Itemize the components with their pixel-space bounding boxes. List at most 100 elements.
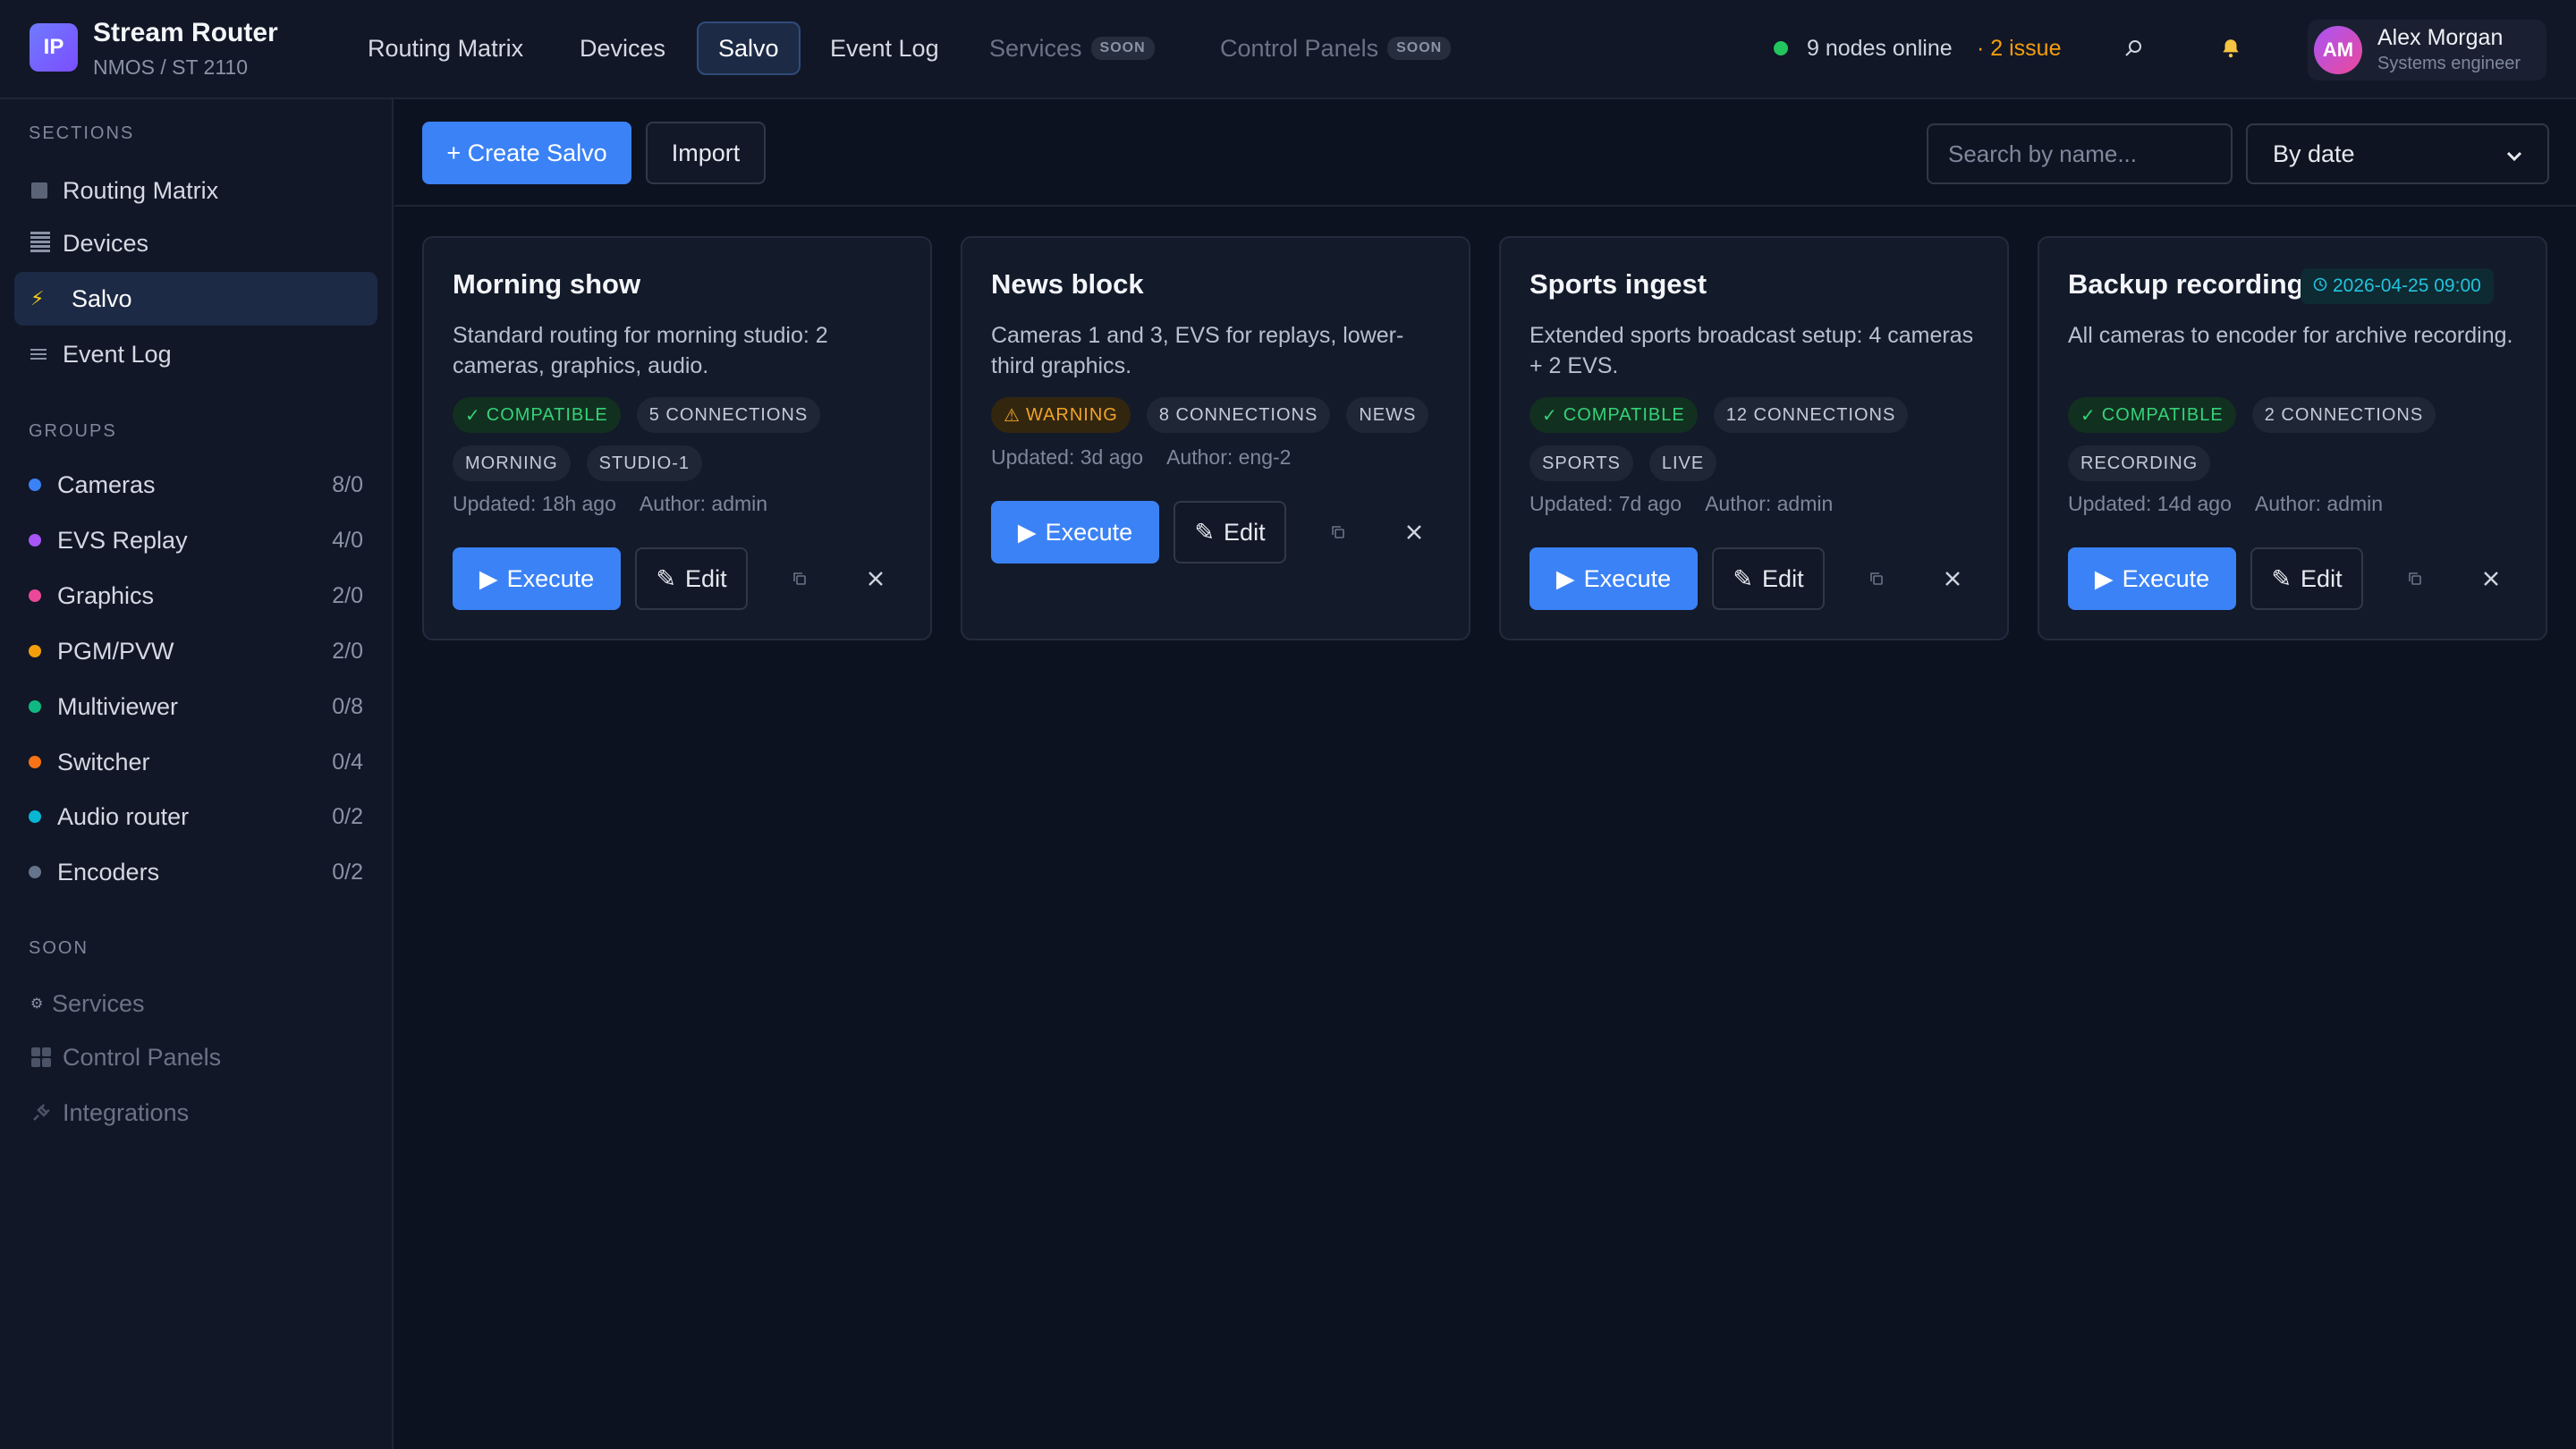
execute-button[interactable]: ▶ Execute <box>2068 547 2236 610</box>
execute-button[interactable]: ▶ Execute <box>453 547 621 610</box>
bell-icon[interactable] <box>2213 30 2249 66</box>
sidebar-item-label: Integrations <box>63 1098 190 1126</box>
nav-event-log[interactable]: Event Log <box>809 21 961 75</box>
sidebar-item-routing-matrix[interactable]: Routing Matrix <box>14 164 377 217</box>
group-count: 2/0 <box>332 582 363 608</box>
nav-salvo[interactable]: Salvo <box>697 21 801 75</box>
execute-button[interactable]: ▶ Execute <box>991 501 1159 564</box>
nav-devices[interactable]: Devices <box>558 21 687 75</box>
avatar: AM <box>2314 26 2362 74</box>
close-icon[interactable] <box>2473 561 2509 597</box>
close-icon[interactable] <box>1396 514 1432 550</box>
sidebar-item-devices[interactable]: Devices <box>14 216 377 270</box>
import-button[interactable]: Import <box>646 122 766 184</box>
group-switcher[interactable]: Switcher 0/4 <box>29 744 363 780</box>
connections-badge: 5 CONNECTIONS <box>636 397 821 433</box>
close-icon[interactable] <box>858 561 894 597</box>
edit-button[interactable]: ✎ Edit <box>2250 547 2363 610</box>
connections-badge: 2 CONNECTIONS <box>2251 397 2436 433</box>
group-evs-replay[interactable]: EVS Replay 4/0 <box>29 522 363 558</box>
app-logo: IP <box>30 23 78 72</box>
group-count: 8/0 <box>332 471 363 497</box>
search-input[interactable] <box>1927 123 2233 184</box>
duplicate-icon[interactable] <box>1320 514 1356 550</box>
group-color-dot <box>29 479 41 491</box>
schedule-badge: 2026-04-25 09:00 <box>2301 268 2494 304</box>
group-count: 0/2 <box>332 859 363 885</box>
group-pgm-pvw[interactable]: PGM/PVW 2/0 <box>29 633 363 669</box>
salvo-title: News block <box>991 268 1144 300</box>
salvo-meta: Updated: 7d ago Author: admin <box>1530 492 1833 516</box>
sidebar-item-salvo[interactable]: ⚡ Salvo <box>14 272 377 326</box>
salvo-meta: Updated: 3d ago Author: eng-2 <box>991 445 1291 470</box>
sidebar-item-control-panels[interactable]: Control Panels <box>14 1030 377 1084</box>
salvo-meta: Updated: 18h ago Author: admin <box>453 492 767 516</box>
edit-button[interactable]: ✎ Edit <box>1712 547 1825 610</box>
user-menu[interactable]: AM Alex Morgan Systems engineer <box>2308 20 2546 80</box>
nav-label: Services <box>989 34 1082 62</box>
search-icon[interactable] <box>2116 30 2152 66</box>
nav-services[interactable]: Services SOON <box>968 21 1176 75</box>
lines-icon <box>30 347 63 361</box>
group-color-dot <box>29 810 41 823</box>
close-icon[interactable] <box>1935 561 1970 597</box>
sidebar-item-label: Control Panels <box>63 1043 222 1071</box>
tag-badge: LIVE <box>1648 445 1717 481</box>
salvo-tags: ⚠ WARNING 8 CONNECTIONS NEWS <box>991 397 1456 433</box>
edit-button[interactable]: ✎ Edit <box>1174 501 1286 564</box>
lightning-icon: ⚡ <box>30 287 45 309</box>
clock-icon <box>2313 275 2327 297</box>
group-label: Switcher <box>57 748 150 775</box>
duplicate-icon[interactable] <box>1859 561 1894 597</box>
salvo-title: Morning show <box>453 268 641 300</box>
salvo-card-sports-ingest: Sports ingest Extended sports broadcast … <box>1499 236 2009 640</box>
sort-select[interactable]: By date <box>2246 123 2549 184</box>
salvo-actions: ▶ Execute ✎ Edit <box>991 501 1447 564</box>
duplicate-icon[interactable] <box>782 561 818 597</box>
group-color-dot <box>29 534 41 547</box>
group-encoders[interactable]: Encoders 0/2 <box>29 854 363 890</box>
chevron-down-icon <box>2506 140 2522 168</box>
nav-control-panels[interactable]: Control Panels SOON <box>1199 21 1472 75</box>
group-label: Multiviewer <box>57 692 179 720</box>
group-audio-router[interactable]: Audio router 0/2 <box>29 799 363 835</box>
group-cameras[interactable]: Cameras 8/0 <box>29 467 363 503</box>
nodes-online-status: 9 nodes online <box>1807 36 1953 61</box>
author-text: Author: admin <box>1705 492 1834 515</box>
compatible-badge: ✓ COMPATIBLE <box>453 397 621 433</box>
issues-link[interactable]: · 2 issue <box>1977 36 2061 62</box>
salvo-actions: ▶ Execute ✎ Edit <box>1530 547 1986 610</box>
salvo-description: Standard routing for morning studio: 2 c… <box>453 323 828 378</box>
create-salvo-button[interactable]: + Create Salvo <box>422 122 631 184</box>
nav-label: Salvo <box>718 34 779 62</box>
plug-icon <box>30 1102 63 1123</box>
sidebar-item-label: Routing Matrix <box>63 176 219 204</box>
group-multiviewer[interactable]: Multiviewer 0/8 <box>29 689 363 724</box>
salvo-title: Sports ingest <box>1530 268 1707 300</box>
edit-button[interactable]: ✎ Edit <box>635 547 748 610</box>
sidebar-item-integrations[interactable]: Integrations <box>14 1086 377 1140</box>
status-label: COMPATIBLE <box>1563 404 1685 425</box>
tag-badge: NEWS <box>1346 397 1429 433</box>
nav-routing-matrix[interactable]: Routing Matrix <box>346 21 545 75</box>
duplicate-icon[interactable] <box>2397 561 2433 597</box>
status-label: COMPATIBLE <box>2101 404 2224 425</box>
execute-button[interactable]: ▶ Execute <box>1530 547 1698 610</box>
group-graphics[interactable]: Graphics 2/0 <box>29 578 363 614</box>
gear-icon: ⚙ <box>30 996 44 1012</box>
author-text: Author: eng-2 <box>1166 445 1292 469</box>
nav-label: Control Panels <box>1220 34 1379 62</box>
group-label: PGM/PVW <box>57 637 174 665</box>
status-label: COMPATIBLE <box>486 404 608 425</box>
sidebar-item-event-log[interactable]: Event Log <box>14 327 377 381</box>
salvo-toolbar: + Create Salvo Import By date <box>394 99 2576 207</box>
group-count: 0/8 <box>332 693 363 719</box>
groups-heading: GROUPS <box>29 421 117 441</box>
author-text: Author: admin <box>639 492 768 515</box>
nav-label: Routing Matrix <box>368 34 524 62</box>
sidebar-item-services[interactable]: ⚙ Services <box>14 977 377 1030</box>
soon-badge: SOON <box>1090 37 1155 60</box>
salvo-actions: ▶ Execute ✎ Edit <box>2068 547 2524 610</box>
salvo-description: Cameras 1 and 3, EVS for replays, lower-… <box>991 323 1404 378</box>
group-count: 2/0 <box>332 638 363 664</box>
